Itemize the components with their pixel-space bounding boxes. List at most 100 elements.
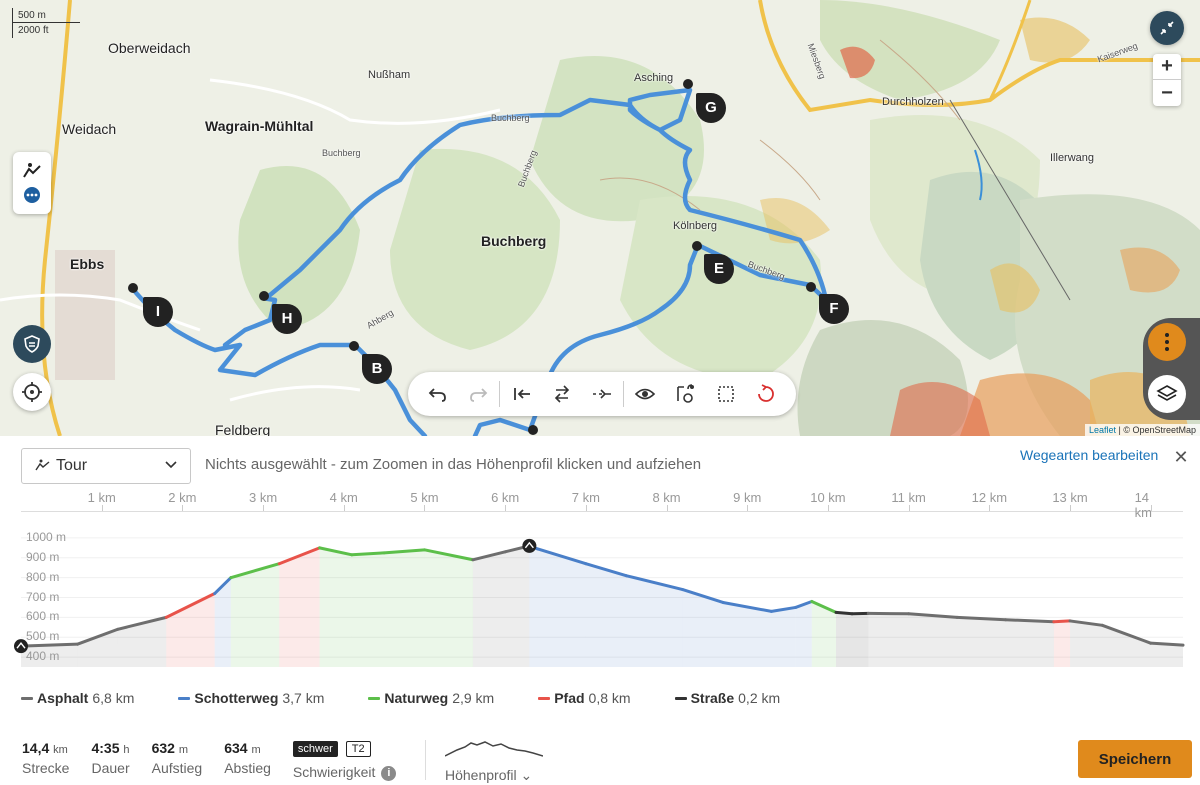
route-planner-button[interactable]	[13, 325, 51, 363]
profile-line-segment	[834, 610, 854, 616]
map-label: Feldberg	[215, 422, 271, 436]
layers-button[interactable]	[1148, 375, 1186, 413]
map-label: Weidach	[62, 121, 117, 137]
activity-select[interactable]: Tour	[21, 448, 191, 484]
km-tick	[989, 505, 991, 511]
profile-area-segment	[1102, 625, 1151, 667]
profile-line-segment	[1149, 641, 1185, 647]
stat-strecke: 14,4 km Strecke	[22, 740, 69, 781]
save-button[interactable]: Speichern	[1078, 740, 1192, 778]
legend-item: Schotterweg 3,7 km	[178, 690, 324, 706]
difficulty-grade: T2	[345, 741, 371, 757]
collapse-icon	[1160, 21, 1174, 35]
profile-area-segment	[836, 612, 853, 667]
select-area-button[interactable]	[706, 376, 746, 412]
add-poi-button[interactable]	[665, 376, 705, 412]
legend-item: Naturweg 2,9 km	[368, 690, 494, 706]
return-to-start-button[interactable]	[582, 376, 622, 412]
map-label: Ebbs	[70, 256, 105, 272]
profile-area-segment	[319, 547, 352, 667]
profile-line-segment	[19, 642, 79, 648]
zoom-in-button[interactable]: +	[1153, 54, 1181, 80]
visibility-button[interactable]	[625, 376, 665, 412]
route-to-start-button[interactable]	[501, 376, 541, 412]
profile-area-segment	[77, 629, 118, 667]
profile-area-segment	[585, 563, 627, 667]
crosshair-icon	[22, 382, 42, 402]
close-icon[interactable]: ✕	[1172, 447, 1190, 468]
difficulty-stat: schwer T2 Schwierigkeit i	[292, 740, 397, 781]
shield-icon	[24, 335, 40, 353]
km-tick-label: 1 km	[87, 490, 116, 505]
hiking-activity-icon	[23, 163, 41, 178]
waypoint-g[interactable]: G	[696, 93, 726, 123]
chevron-down-icon: ⌄	[520, 767, 533, 783]
elevation-tick-label: 700 m	[26, 589, 60, 604]
more-options-icon	[24, 187, 40, 203]
waypoint-i[interactable]: I	[143, 297, 173, 327]
distance-axis: 1 km 2 km 3 km 4 km 5 km 6 km 7 km 8 km 9 km 10 k…	[21, 486, 1183, 520]
profile-area-segment	[771, 607, 796, 667]
edit-waytypes-link[interactable]: Wegearten bearbeiten	[1020, 447, 1158, 463]
elevation-chart[interactable]	[0, 512, 1200, 668]
km-tick	[827, 505, 829, 511]
zoom-out-button[interactable]: −	[1153, 80, 1181, 106]
waypoint-f[interactable]: F	[819, 294, 849, 324]
leaflet-link[interactable]: Leaflet	[1089, 425, 1116, 435]
profile-toggle[interactable]: Höhenprofil ⌄	[444, 738, 545, 784]
route-toolbar	[408, 372, 796, 416]
return-to-start-icon	[593, 389, 611, 399]
km-tick	[343, 505, 345, 511]
fullscreen-exit-button[interactable]	[1150, 11, 1184, 45]
waypoint-label: H	[272, 304, 302, 334]
osm-attribution[interactable]: | © OpenStreetMap	[1118, 425, 1196, 435]
activity-control[interactable]	[13, 152, 51, 214]
undo-button[interactable]	[418, 376, 458, 412]
redo-button[interactable]	[458, 376, 498, 412]
km-tick-label: 2 km	[168, 490, 197, 505]
reset-button[interactable]	[746, 376, 786, 412]
legend-value: 2,9 km	[452, 690, 495, 706]
km-tick	[263, 505, 265, 511]
waypoint-b[interactable]: B	[362, 354, 392, 384]
profile-area-segment	[1005, 619, 1054, 667]
legend-swatch	[538, 696, 551, 700]
profile-area-segment	[795, 601, 812, 667]
locate-button[interactable]	[13, 373, 51, 411]
km-tick-label: 3 km	[248, 490, 278, 505]
profile-area-segment	[626, 575, 683, 667]
stat-label: Dauer	[91, 760, 130, 776]
km-tick-label: 10 km	[810, 490, 846, 505]
profile-area-segment	[852, 613, 869, 667]
add-poi-icon	[677, 384, 695, 403]
stat-value: 632	[151, 740, 175, 756]
waypoint-e[interactable]: E	[704, 254, 734, 284]
info-icon[interactable]: i	[381, 765, 397, 781]
stat-aufstieg: 632 m Aufstieg	[152, 740, 203, 781]
difficulty-badge: schwer	[292, 741, 338, 757]
legend-item: Pfad 0,8 km	[538, 690, 631, 706]
km-tick	[101, 505, 103, 511]
more-menu-button[interactable]	[1148, 323, 1186, 361]
stat-unit: m	[178, 744, 189, 756]
profile-area-segment	[424, 549, 473, 667]
redo-icon	[470, 388, 488, 402]
reverse-route-button[interactable]	[542, 376, 582, 412]
map-label: Buchberg	[322, 148, 361, 158]
waypoint-h[interactable]: H	[272, 304, 302, 334]
map-label: Buchberg	[491, 113, 530, 123]
legend-value: 0,2 km	[738, 690, 781, 706]
map-label: Oberweidach	[108, 40, 191, 56]
profile-line-segment	[1003, 618, 1056, 624]
profile-area-segment	[908, 613, 958, 667]
elevation-tick-label: 400 m	[26, 649, 60, 664]
km-tick-label: 9 km	[733, 490, 762, 505]
stat-label: Aufstieg	[151, 760, 203, 776]
legend-value: 3,7 km	[282, 690, 325, 706]
waytype-legend: Asphalt 6,8 km Schotterweg 3,7 km Naturweg 2,…	[21, 690, 824, 706]
profile-area-segment	[384, 549, 425, 667]
map[interactable]: 500 m 2000 ft Oberweidach Nußham Asching We…	[0, 0, 1200, 436]
map-label: Asching	[634, 72, 674, 84]
km-tick	[424, 505, 426, 511]
legend-swatch	[368, 696, 381, 700]
